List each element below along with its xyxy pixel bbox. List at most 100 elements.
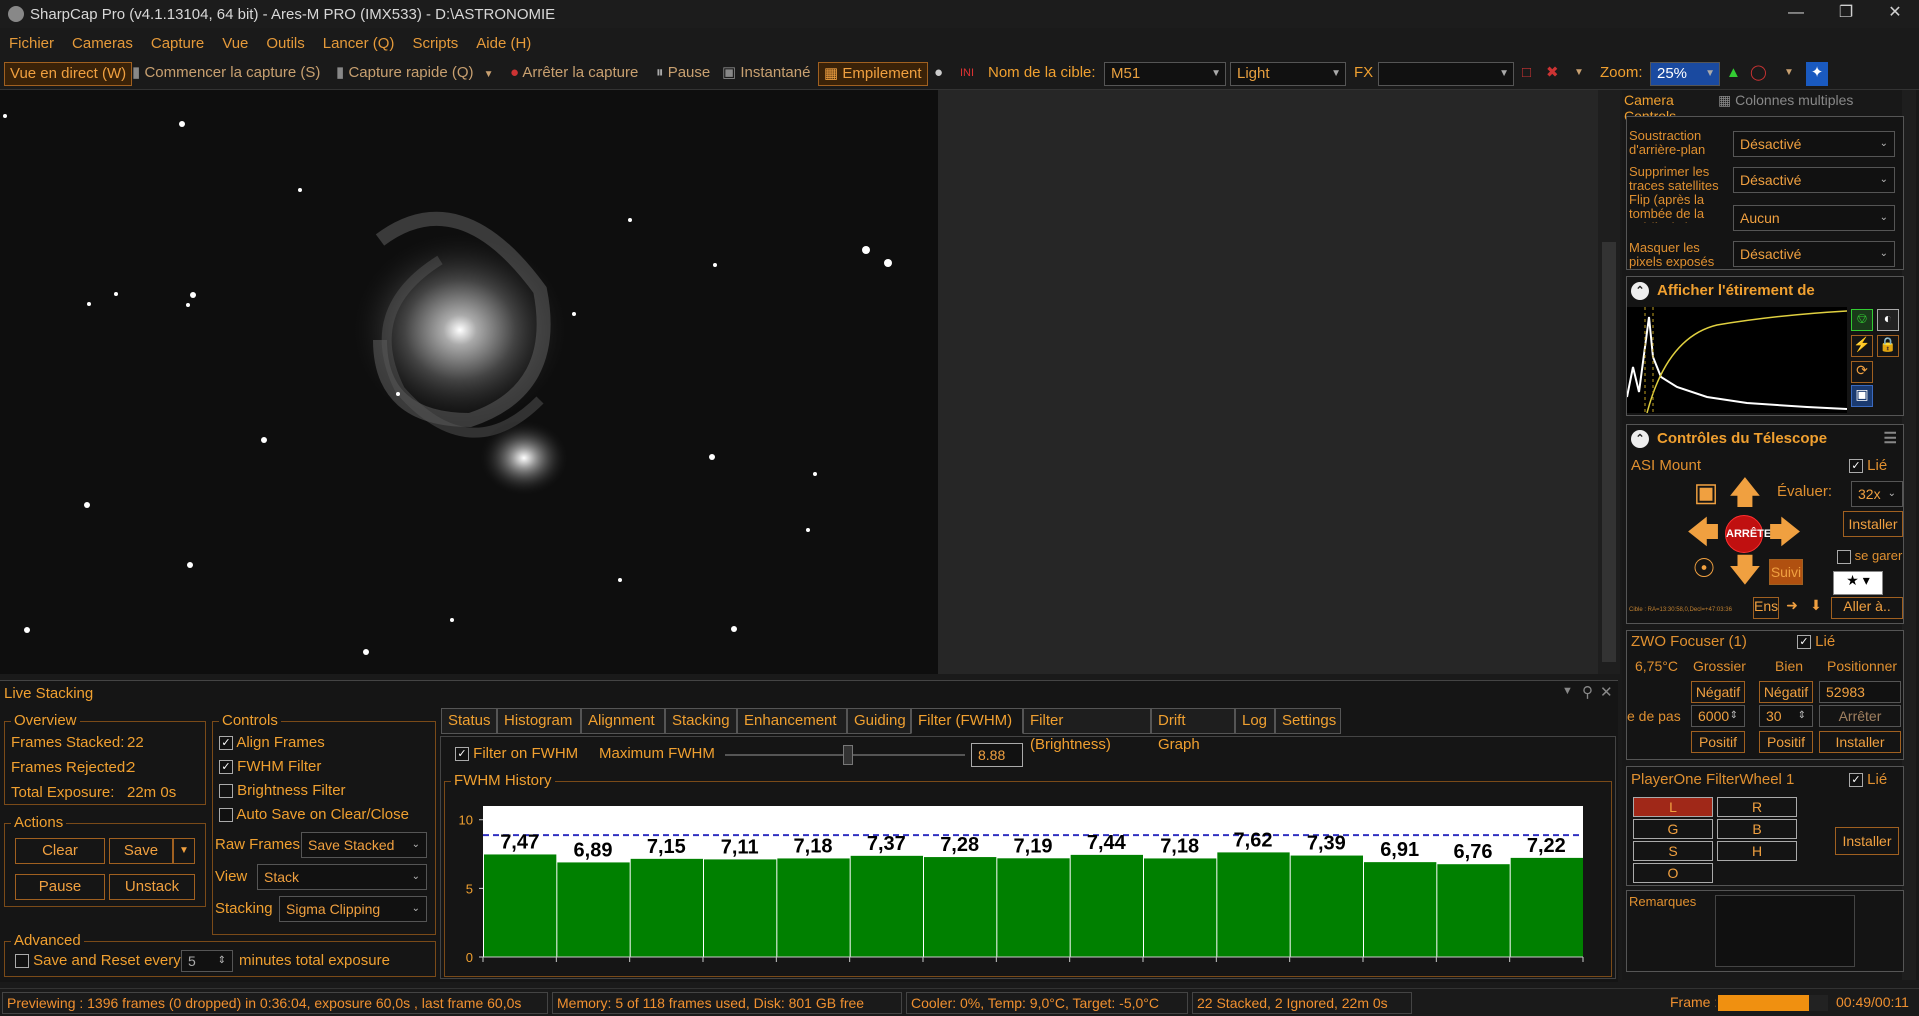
menu-scripts[interactable]: Scripts (412, 35, 458, 52)
arrow-up-icon[interactable]: 🡅 (1727, 475, 1763, 511)
lightning-icon[interactable]: ⚡ (1851, 335, 1873, 357)
autosave-checkbox[interactable] (219, 808, 233, 823)
goto-button[interactable]: Aller à.. (1831, 597, 1903, 619)
target-icon[interactable]: ☉ (1687, 553, 1721, 587)
start-capture-button[interactable]: ▮ Commencer la capture (S) (132, 62, 320, 86)
camera-controls-tab[interactable]: Camera Controls (1624, 92, 1724, 124)
zoom-combo[interactable]: 25% ▼ (1650, 62, 1720, 86)
save-button[interactable]: Save (109, 838, 173, 864)
save-icon[interactable]: ▣ (1851, 385, 1873, 407)
tab-histogram[interactable]: Histogram (497, 708, 581, 734)
focuser-install-button[interactable]: Installer (1819, 731, 1901, 753)
flip-select[interactable]: Aucun ⌄ (1733, 205, 1895, 231)
fine-step-input[interactable]: 30 ⇕ (1759, 705, 1813, 727)
satellite-trails-select[interactable]: Désactivé ⌄ (1733, 167, 1895, 193)
unstack-button[interactable]: Unstack (109, 874, 195, 900)
stop-button[interactable]: ARRÊTE (1725, 515, 1771, 553)
no-reticle-icon[interactable]: ✖ (1546, 62, 1559, 86)
focuser-position[interactable]: 52983 (1819, 681, 1901, 703)
timer-icon[interactable]: ◯ (1750, 62, 1767, 86)
linked-checkbox[interactable]: ✓ (1849, 773, 1863, 788)
clear-button[interactable]: Clear (15, 838, 105, 864)
close-icon[interactable]: ✕ (1600, 683, 1613, 701)
histogram-chart[interactable] (1627, 307, 1847, 413)
minutes-stepper[interactable]: 5 ⇕ (181, 950, 233, 972)
stop-capture-button[interactable]: ● Arrêter la capture (510, 62, 638, 86)
menu-outils[interactable]: Outils (266, 35, 304, 52)
arrow-down-small-icon[interactable]: ⬇ (1805, 597, 1827, 619)
telescope-header[interactable]: ⌃ Contrôles du Télescope ☰ (1627, 425, 1903, 453)
tab-drift-graph[interactable]: Drift Graph (1151, 708, 1235, 753)
filter-o-button[interactable]: O (1633, 863, 1713, 883)
park-option[interactable]: se garer (1837, 549, 1902, 564)
pause-stacking-button[interactable]: Pause (15, 874, 105, 900)
reticle-icon[interactable]: □ (1522, 62, 1531, 86)
snapshot-button[interactable]: ▣ Instantané (722, 62, 810, 86)
align-frames-option[interactable]: ✓ Align Frames (219, 734, 325, 751)
raw-frames-select[interactable]: Save Stacked ⌄ (301, 832, 427, 858)
pin-icon[interactable]: ✦ (1806, 62, 1828, 86)
stepper-icon[interactable]: ⇕ (1730, 706, 1738, 726)
fwhm-filter-option[interactable]: ✓ FWHM Filter (219, 758, 321, 775)
notes-textarea[interactable] (1715, 895, 1855, 967)
park-checkbox[interactable] (1837, 549, 1851, 564)
contrast-icon[interactable]: ◐ (1877, 309, 1899, 331)
telescope-install-button[interactable]: Installer (1843, 511, 1903, 537)
rate-select[interactable]: 32x ⌄ (1851, 481, 1903, 507)
menu-capture[interactable]: Capture (151, 35, 204, 52)
filterwheel-linked[interactable]: ✓ Lié (1849, 772, 1887, 788)
chevron-down-icon[interactable]: ▼ (1562, 685, 1573, 697)
restore-icon[interactable]: ❐ (1823, 0, 1869, 28)
chevron-down-icon[interactable]: ▼ (484, 69, 494, 80)
max-fwhm-input[interactable]: 8.88 (971, 743, 1023, 767)
coarse-positive-button[interactable]: Positif (1691, 731, 1745, 753)
fx-combo[interactable]: ▼ (1378, 62, 1514, 86)
pin-icon[interactable]: ⚲ (1582, 683, 1593, 701)
track-button[interactable]: Suivi (1769, 559, 1803, 585)
mount-linked[interactable]: ✓ Lié (1849, 458, 1887, 474)
close-icon[interactable]: ✕ (1872, 0, 1918, 28)
tab-guiding[interactable]: Guiding (847, 708, 911, 734)
arrow-right-icon[interactable]: 🡆 (1767, 515, 1803, 551)
tab-settings[interactable]: Settings (1275, 708, 1341, 734)
chevron-down-icon[interactable]: ▼ (1574, 62, 1584, 86)
filter-fwhm-checkbox[interactable]: ✓ (455, 747, 469, 762)
filter-h-button[interactable]: H (1717, 841, 1797, 861)
linked-checkbox[interactable]: ✓ (1797, 635, 1811, 650)
spiral-icon[interactable]: ▣ (1689, 477, 1723, 511)
tab-alignment[interactable]: Alignment (581, 708, 665, 734)
align-frames-checkbox[interactable]: ✓ (219, 736, 233, 751)
linked-checkbox[interactable]: ✓ (1849, 459, 1863, 474)
mask-pixels-select[interactable]: Désactivé ⌄ (1733, 241, 1895, 267)
menu-lancer[interactable]: Lancer (Q) (323, 35, 395, 52)
arrow-down-icon[interactable]: 🡇 (1727, 553, 1763, 589)
multi-columns-toggle[interactable]: ▦ Colonnes multiples (1718, 92, 1898, 112)
histogram-icon[interactable]: ▲ (1726, 62, 1741, 86)
tab-log[interactable]: Log (1235, 708, 1275, 734)
fine-negative-button[interactable]: Négatif (1759, 681, 1813, 703)
menu-vue[interactable]: Vue (222, 35, 248, 52)
tab-stacking[interactable]: Stacking (665, 708, 737, 734)
filter-s-button[interactable]: S (1633, 841, 1713, 861)
scrollbar-thumb[interactable] (1602, 242, 1616, 662)
arrow-left-icon[interactable]: 🡄 (1685, 515, 1721, 551)
reset-icon[interactable]: ⟳ (1851, 361, 1873, 383)
moon-icon[interactable]: ● (934, 62, 943, 86)
filter-b-button[interactable]: B (1717, 819, 1797, 839)
histogram-header[interactable]: ⌃Afficher l'étirement de l'histogramme (1627, 277, 1903, 327)
menu-icon[interactable]: ☰ (1884, 425, 1897, 453)
tab-status[interactable]: Status (441, 708, 497, 734)
stacking-button[interactable]: ▦ Empilement (818, 62, 928, 86)
menu-aide[interactable]: Aide (H) (476, 35, 531, 52)
chevron-up-icon[interactable]: ⌃ (1631, 282, 1649, 300)
live-view-button[interactable]: Vue en direct (W) (4, 62, 133, 86)
save-dropdown-button[interactable]: ▼ (173, 838, 195, 864)
fwhm-filter-checkbox[interactable]: ✓ (219, 760, 233, 775)
camera-image-view[interactable] (0, 90, 914, 674)
frame-type-combo[interactable]: Light ▼ (1230, 62, 1346, 86)
set-button[interactable]: Ens (1753, 597, 1779, 619)
brightness-filter-checkbox[interactable] (219, 784, 233, 799)
stacking-select[interactable]: Sigma Clipping ⌄ (279, 896, 427, 922)
autosave-option[interactable]: Auto Save on Clear/Close (219, 806, 409, 823)
target-name-combo[interactable]: M51 ▼ (1104, 62, 1226, 86)
